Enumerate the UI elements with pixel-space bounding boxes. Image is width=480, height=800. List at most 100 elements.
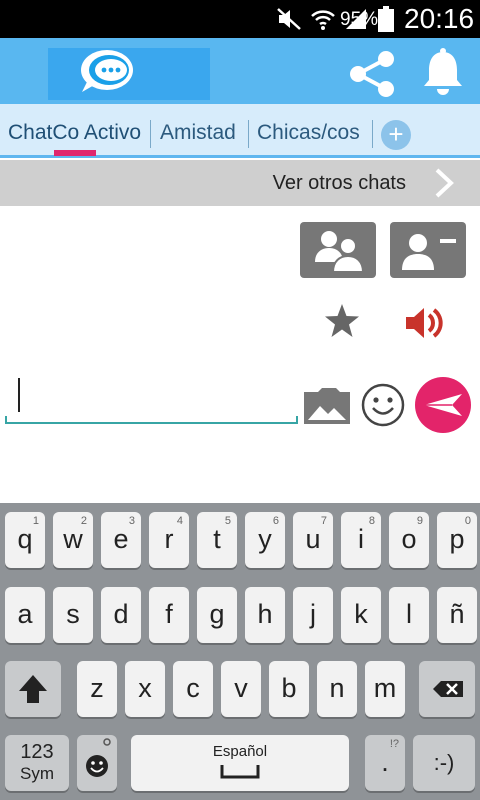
message-input[interactable]: [15, 376, 295, 416]
key-k[interactable]: k: [341, 587, 381, 643]
key-i[interactable]: 8i: [341, 512, 381, 568]
key-label: e: [113, 524, 129, 554]
emoji-key-icon: [86, 738, 111, 777]
key-label: d: [113, 599, 129, 629]
key-b[interactable]: b: [269, 661, 309, 717]
battery-icon: [378, 6, 394, 32]
key-label: w: [63, 524, 83, 554]
speaker-icon[interactable]: [404, 306, 444, 340]
other-chats-bar[interactable]: Ver otros chats: [0, 160, 480, 206]
key-g[interactable]: g: [197, 587, 237, 643]
battery-percent: 95%: [340, 9, 379, 30]
keyboard: 1q 2w 3e 4r 5t 6y 7u 8i 9o 0p a s d f g …: [0, 503, 480, 800]
key-label: q: [17, 524, 33, 554]
backspace-key[interactable]: [419, 661, 475, 717]
bell-icon[interactable]: [420, 48, 466, 98]
tab-chatco-activo[interactable]: ChatCo Activo: [8, 118, 141, 148]
key-label: v: [234, 673, 248, 703]
key-enye[interactable]: ñ: [437, 587, 477, 643]
key-label: g: [209, 599, 225, 629]
space-bar-icon: [220, 765, 260, 779]
key-label: r: [164, 524, 174, 554]
share-icon[interactable]: [346, 50, 398, 98]
key-u[interactable]: 7u: [293, 512, 333, 568]
key-label: c: [186, 673, 200, 703]
period-key[interactable]: !? .: [365, 735, 405, 791]
key-z[interactable]: z: [77, 661, 117, 717]
period-key-label: .: [381, 747, 389, 777]
key-x[interactable]: x: [125, 661, 165, 717]
key-label: l: [406, 599, 412, 629]
emoji-key[interactable]: [77, 735, 117, 791]
key-n[interactable]: n: [317, 661, 357, 717]
chevron-right-icon: [435, 168, 454, 198]
key-w[interactable]: 2w: [53, 512, 93, 568]
key-t[interactable]: 5t: [197, 512, 237, 568]
other-chats-label: Ver otros chats: [272, 172, 406, 194]
key-label: h: [257, 599, 273, 629]
key-v[interactable]: v: [221, 661, 261, 717]
clock: 20:16: [404, 3, 475, 34]
active-tab-indicator: [54, 150, 96, 156]
key-r[interactable]: 4r: [149, 512, 189, 568]
key-label: y: [258, 524, 272, 554]
tab-divider: [150, 120, 151, 148]
tab-amistad[interactable]: Amistad: [160, 118, 236, 148]
key-h[interactable]: h: [245, 587, 285, 643]
backspace-icon: [433, 681, 463, 697]
key-label: m: [373, 673, 397, 703]
tab-divider: [372, 120, 373, 148]
key-y[interactable]: 6y: [245, 512, 285, 568]
key-l[interactable]: l: [389, 587, 429, 643]
contact-remove-button[interactable]: [390, 222, 466, 278]
key-label: ñ: [449, 599, 465, 629]
chat-bubble-logo-icon[interactable]: [78, 46, 136, 96]
symbols-key[interactable]: 123 Sym: [5, 735, 69, 791]
emoticon-key[interactable]: :-): [413, 735, 475, 791]
key-q[interactable]: 1q: [5, 512, 45, 568]
key-label: z: [90, 673, 104, 703]
key-j[interactable]: j: [293, 587, 333, 643]
space-key[interactable]: Español: [131, 735, 349, 791]
status-bar: 95% 20:16: [0, 0, 480, 38]
symbols-key-sublabel: Sym: [20, 764, 54, 783]
key-label: n: [329, 673, 345, 703]
space-key-language: Español: [212, 743, 268, 760]
key-label: b: [281, 673, 297, 703]
key-label: i: [358, 524, 364, 554]
key-m[interactable]: m: [365, 661, 405, 717]
input-underline-tick: [5, 416, 7, 424]
send-icon[interactable]: [414, 376, 472, 434]
key-label: k: [354, 599, 368, 629]
shift-key[interactable]: [5, 661, 61, 717]
key-label: t: [213, 524, 221, 554]
key-label: f: [165, 599, 173, 629]
key-a[interactable]: a: [5, 587, 45, 643]
key-s[interactable]: s: [53, 587, 93, 643]
group-users-button[interactable]: [300, 222, 376, 278]
add-tab-button[interactable]: +: [381, 120, 411, 150]
key-e[interactable]: 3e: [101, 512, 141, 568]
star-icon[interactable]: [323, 302, 361, 340]
key-label: a: [17, 599, 33, 629]
contact-remove-icon: [402, 234, 456, 270]
key-label: j: [310, 599, 316, 629]
key-d[interactable]: d: [101, 587, 141, 643]
image-gallery-icon[interactable]: [302, 386, 352, 426]
key-label: x: [138, 673, 152, 703]
screen: 95% 20:16 ChatCo Activo Amistad Chicas/c…: [0, 0, 480, 800]
key-label: u: [305, 524, 321, 554]
key-f[interactable]: f: [149, 587, 189, 643]
symbols-key-label: 123: [20, 741, 54, 763]
tab-chicas-cos[interactable]: Chicas/cos: [257, 118, 360, 148]
key-p[interactable]: 0p: [437, 512, 477, 568]
message-field[interactable]: [5, 372, 298, 424]
wifi-icon: [311, 10, 335, 30]
key-label: o: [401, 524, 417, 554]
input-underline-tick: [296, 416, 298, 424]
key-c[interactable]: c: [173, 661, 213, 717]
tab-divider: [248, 120, 249, 148]
smiley-icon[interactable]: [360, 382, 406, 428]
app-bar: [0, 38, 480, 104]
key-o[interactable]: 9o: [389, 512, 429, 568]
